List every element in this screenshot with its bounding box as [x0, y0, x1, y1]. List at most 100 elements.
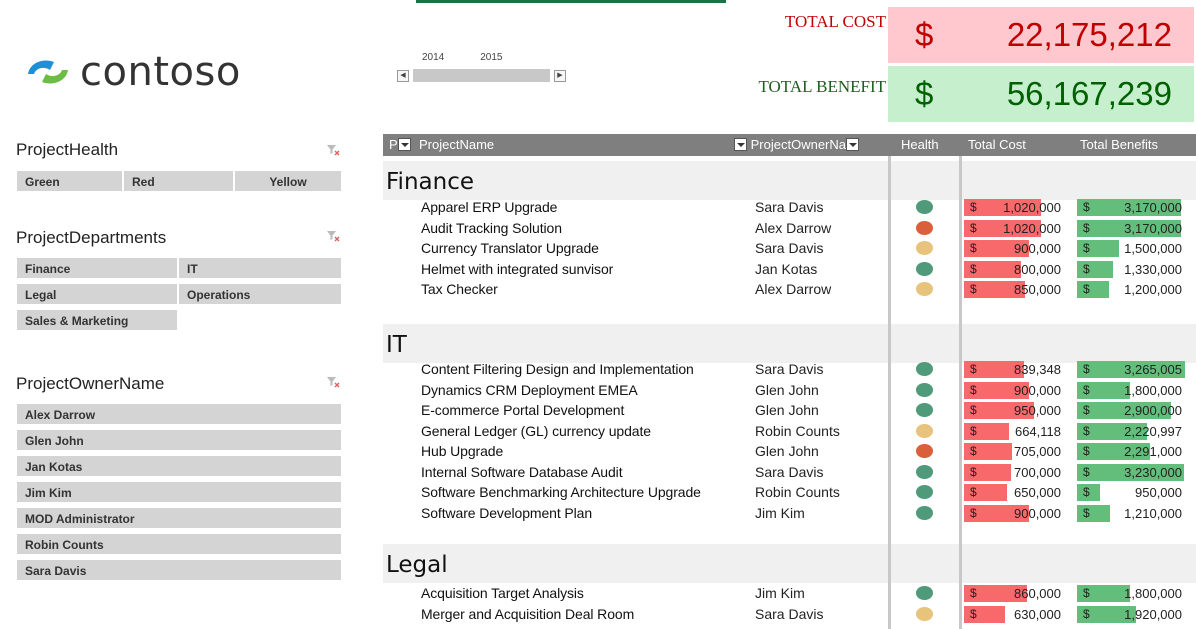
currency-symbol: $ — [1083, 423, 1090, 438]
total-benefits-cell: $3,230,000 — [1077, 463, 1190, 481]
currency-symbol: $ — [1083, 505, 1090, 520]
column-header-owner[interactable]: ProjectOwnerNa — [734, 137, 859, 152]
total-cost-cell: $800,000 — [964, 260, 1069, 278]
filter-dropdown-icon[interactable] — [846, 138, 859, 152]
timeline-scrollbar[interactable]: ◀ ▶ — [397, 69, 566, 82]
slicer-item-operations[interactable]: Operations — [178, 283, 342, 305]
project-name: Dynamics CRM Deployment EMEA — [421, 381, 638, 398]
table-row[interactable]: Software Development Plan Jim Kim $900,000… — [383, 503, 1196, 523]
table-row[interactable]: Tax Checker Alex Darrow $850,000 $1,200,000 — [383, 279, 1196, 299]
table-row[interactable]: Currency Translator Upgrade Sara Davis $90… — [383, 238, 1196, 258]
table-row[interactable]: Internal Software Database Audit Sara Dav… — [383, 462, 1196, 482]
currency-symbol: $ — [970, 505, 977, 520]
health-indicator-icon — [916, 403, 933, 417]
slicer-title-owners: ProjectOwnerName — [16, 374, 165, 393]
column-header-p[interactable]: P — [389, 137, 411, 152]
column-header-health[interactable]: Health — [901, 137, 939, 152]
cost-value: 630,000 — [1014, 606, 1061, 622]
clear-filter-icon[interactable] — [326, 229, 340, 243]
filter-dropdown-icon[interactable] — [734, 138, 747, 152]
slicer-item-legal[interactable]: Legal — [16, 283, 178, 305]
slicer-item-owner[interactable]: Glen John — [16, 429, 342, 451]
table-row[interactable]: Helmet with integrated sunvisor Jan Kotas… — [383, 259, 1196, 279]
column-divider — [888, 156, 891, 629]
slicer-item-owner[interactable]: Jim Kim — [16, 481, 342, 503]
clear-filter-icon[interactable] — [326, 375, 340, 389]
slicer-item-owner[interactable]: Robin Counts — [16, 533, 342, 555]
slicer-item-owner[interactable]: MOD Administrator — [16, 507, 342, 529]
table-row[interactable]: Software Benchmarking Architecture Upgra… — [383, 482, 1196, 502]
cost-value: 700,000 — [1014, 464, 1061, 480]
total-cost-cell: $900,000 — [964, 240, 1069, 257]
currency-symbol: $ — [970, 220, 977, 235]
slicer-item-finance[interactable]: Finance — [16, 257, 178, 279]
total-benefits-cell: $1,920,000 — [1077, 605, 1190, 623]
slicer-item-green[interactable]: Green — [16, 170, 123, 192]
cost-value: 900,000 — [1014, 382, 1061, 398]
table-row[interactable]: Dynamics CRM Deployment EMEA Glen John $90… — [383, 380, 1196, 400]
table-row[interactable]: Acquisition Target Analysis Jim Kim $860,0… — [383, 583, 1196, 603]
health-indicator-icon — [916, 423, 933, 438]
column-header-total-benefits[interactable]: Total Benefits — [1080, 137, 1158, 152]
total-benefit-label: TOTAL BENEFIT — [758, 77, 886, 96]
benefit-value: 3,230,000 — [1124, 464, 1182, 480]
slicer-item-owner[interactable]: Alex Darrow — [16, 403, 342, 425]
total-cost-cell: $630,000 — [964, 605, 1069, 623]
health-indicator-icon — [916, 505, 933, 520]
total-benefits-cell: $1,800,000 — [1077, 585, 1190, 602]
timeline-year[interactable]: 2014 — [422, 52, 444, 63]
project-owner: Jan Kotas — [755, 260, 818, 277]
total-benefits-cell: $3,265,005 — [1077, 361, 1190, 378]
project-name: Currency Translator Upgrade — [421, 240, 599, 256]
timeline-year[interactable]: 2015 — [480, 52, 502, 63]
project-table: P ProjectName ProjectOwnerNa Health Tota… — [383, 134, 1196, 629]
total-benefits-cell: $3,170,000 — [1077, 199, 1190, 216]
cost-value: 1,020,000 — [1003, 220, 1061, 236]
project-name: Apparel ERP Upgrade — [421, 199, 558, 215]
project-name: Content Filtering Design and Implementat… — [421, 361, 694, 377]
table-row[interactable]: E-commerce Portal Development Glen John $9… — [383, 400, 1196, 420]
project-owner: Alex Darrow — [755, 219, 832, 236]
table-row[interactable]: Content Filtering Design and Implementat… — [383, 359, 1196, 379]
scroll-left-icon[interactable]: ◀ — [397, 69, 409, 82]
cost-value: 705,000 — [1014, 444, 1061, 459]
table-row[interactable]: Hub Upgrade Glen John $705,000 $2,291,000 — [383, 441, 1196, 461]
project-owner: Sara Davis — [755, 605, 824, 622]
health-indicator-icon — [916, 200, 933, 214]
filter-dropdown-icon[interactable] — [397, 138, 411, 152]
timeline-scroll-track[interactable] — [413, 69, 550, 82]
project-name: E-commerce Portal Development — [421, 402, 625, 418]
slicer-item-yellow[interactable]: Yellow — [234, 170, 342, 192]
benefit-value: 1,500,000 — [1124, 241, 1182, 256]
total-benefits-cell: $950,000 — [1077, 484, 1190, 501]
project-owner: Glen John — [755, 381, 819, 398]
table-row[interactable]: General Ledger (GL) currency update Robin… — [383, 421, 1196, 441]
total-cost-cell: $1,020,000 — [964, 219, 1069, 237]
project-owner: Jim Kim — [755, 585, 805, 601]
currency-symbol: $ — [1083, 241, 1090, 255]
timeline-years: 2014 2015 — [422, 52, 503, 63]
project-name: Merger and Acquisition Deal Room — [421, 605, 635, 622]
scroll-right-icon[interactable]: ▶ — [554, 69, 566, 82]
slicer-item-sales-marketing[interactable]: Sales & Marketing — [16, 309, 178, 331]
slicer-item-owner[interactable]: Sara Davis — [16, 559, 342, 581]
column-header-total-cost[interactable]: Total Cost — [968, 137, 1026, 152]
table-row[interactable]: Merger and Acquisition Deal Room Sara Dav… — [383, 604, 1196, 624]
accent-line — [416, 0, 726, 3]
slicer-item-red[interactable]: Red — [123, 170, 234, 192]
slicer-item-owner[interactable]: Jan Kotas — [16, 455, 342, 477]
column-header-project-name[interactable]: ProjectName — [419, 137, 494, 152]
clear-filter-icon[interactable] — [326, 143, 340, 157]
currency-symbol: $ — [1083, 261, 1090, 276]
benefit-value: 3,170,000 — [1124, 200, 1182, 215]
benefit-data-bar — [1077, 504, 1110, 522]
currency-symbol: $ — [970, 382, 977, 397]
slicer-title-health: ProjectHealth — [16, 140, 119, 159]
project-name: Helmet with integrated sunvisor — [421, 260, 614, 277]
table-row[interactable]: Audit Tracking Solution Alex Darrow $1,020… — [383, 218, 1196, 238]
slicer-item-it[interactable]: IT — [178, 257, 342, 279]
table-row[interactable]: Apparel ERP Upgrade Sara Davis $1,020,000 $… — [383, 197, 1196, 217]
currency-symbol: $ — [970, 586, 977, 600]
total-cost-cell: $860,000 — [964, 585, 1069, 602]
benefit-value: 3,170,000 — [1124, 220, 1182, 236]
